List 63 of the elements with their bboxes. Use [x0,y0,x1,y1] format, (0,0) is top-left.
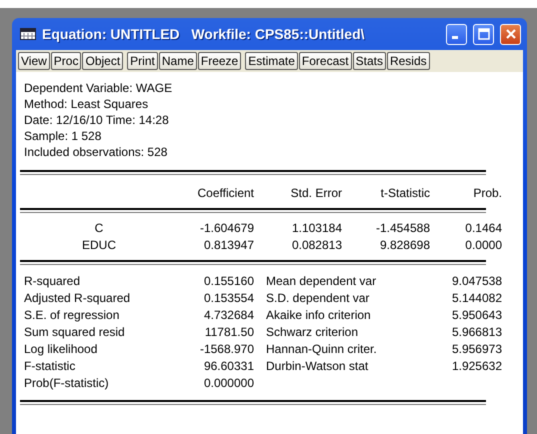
toolbar-button[interactable]: Estimate [245,52,298,70]
toolbar-button[interactable]: Name [158,52,197,70]
statistic-value: -1568.970 [198,341,254,358]
column-header: Coefficient [196,186,254,200]
statistic-label: S.E. of regression [24,307,120,324]
toolbar-button[interactable]: Print [127,52,158,70]
table-cell-text: -1.604679 [198,220,254,237]
header-line: Dependent Variable: WAGE [24,80,174,96]
toolbar-button[interactable]: Stats [352,52,386,70]
toolbar-button[interactable]: Proc [50,52,82,70]
toolbar-button[interactable]: Object [82,52,124,70]
header-line: Method: Least Squares [24,96,150,112]
header-line: Date: 12/16/10 Time: 14:28 [24,112,170,128]
variable-name: C [94,220,104,237]
statistic-label: Sum squared resid [24,324,126,341]
statistic-value: 5.144082 [450,290,502,307]
table-cell-text: -1.454588 [374,220,430,237]
statistic-label: Prob(F-statistic) [24,375,110,392]
window-title: Equation: UNTITLED Workfile: CPS85::Untitled\ [42,26,366,42]
statistic-label: Durbin-Watson stat [265,358,370,375]
statistic-label: Akaike info criterion [265,307,372,324]
column-header: Prob. [472,186,502,200]
table-cell-text: 0.082813 [290,237,342,254]
table-cell-text: 0.813947 [202,237,254,254]
statistic-label: Adjusted R-squared [24,290,132,307]
table-cell-text: 0.0000 [464,237,502,254]
close-icon [504,28,516,40]
statistic-value: 4.732684 [202,307,254,324]
toolbar-button[interactable]: Resids [386,52,430,70]
minimize-button[interactable] [446,24,467,44]
variable-name: EDUC [80,237,117,254]
statistic-value: 1.925632 [450,358,502,375]
table-cell-text: 9.828698 [378,237,430,254]
statistic-value: 11781.50 [204,324,254,341]
statistic-label: Hannan-Quinn criter. [265,341,378,358]
toolbar-button[interactable]: Freeze [198,52,242,70]
header-line: Included observations: 528 [24,144,168,160]
close-button[interactable] [500,24,521,44]
statistic-value: 9.047538 [450,273,502,290]
table-cell-text: 1.103184 [290,220,342,237]
statistic-label: F-statistic [24,358,76,375]
statistic-value: 0.153554 [202,290,254,307]
toolbar-button[interactable]: Forecast [298,52,352,70]
statistic-label: Mean dependent var [265,273,378,290]
table-cell-text: 0.1464 [464,220,502,237]
column-header: Std. Error [290,186,342,200]
statistic-value: 5.956973 [450,341,502,358]
statistic-value: 5.966813 [450,324,502,341]
statistic-value: 0.155160 [202,273,254,290]
statistic-value: 96.60331 [202,358,254,375]
toolbar-button[interactable]: View [18,52,50,70]
statistic-label: R-squared [24,273,82,290]
statistic-value: 5.950643 [450,307,502,324]
column-header: t-Statistic [380,186,430,200]
statistic-value: 0.000000 [202,375,254,392]
window-icon [20,28,36,40]
statistic-label: Log likelihood [24,341,98,358]
minimize-icon [452,36,458,39]
maximize-icon [478,28,490,40]
statistic-label: S.D. dependent var [265,290,370,307]
maximize-button[interactable] [473,24,494,44]
statistic-label: Schwarz criterion [265,324,360,341]
header-line: Sample: 1 528 [24,128,102,144]
